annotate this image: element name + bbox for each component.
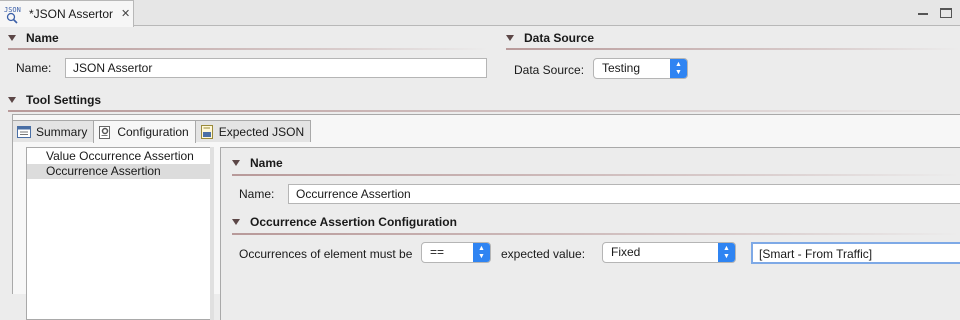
data-source-section-divider — [506, 48, 960, 50]
tab-configuration[interactable]: Configuration — [93, 120, 196, 143]
data-source-section-title: Data Source — [524, 31, 595, 45]
configuration-icon — [98, 125, 112, 139]
list-item-value-occurrence-assertion[interactable]: Value Occurrence Assertion — [27, 149, 211, 164]
name-field[interactable]: JSON Assertor — [65, 58, 487, 78]
occurrences-label: Occurrences of element must be — [239, 247, 413, 261]
tool-settings-tabs: Summary Configuration Expected JSON — [12, 120, 312, 143]
tab-summary[interactable]: Summary — [12, 120, 95, 142]
editor-tab-bar: JSON *JSON Assertor ✕ — [0, 0, 960, 27]
tab-expected-json[interactable]: Expected JSON — [194, 120, 312, 142]
data-source-label: Data Source: — [514, 63, 585, 77]
editor-tab-title: *JSON Assertor — [29, 7, 114, 21]
expected-value-field[interactable]: [Smart - From Traffic] — [751, 242, 960, 264]
list-scrollbar[interactable] — [210, 147, 214, 320]
expected-mode-select-value: Fixed — [611, 245, 641, 259]
data-source-select[interactable]: Testing ▲ ▼ — [593, 58, 688, 79]
config-section-header[interactable]: Occurrence Assertion Configuration — [232, 212, 457, 232]
tool-settings-section-header[interactable]: Tool Settings — [8, 90, 101, 110]
svg-text:JSON: JSON — [4, 6, 21, 14]
tool-settings-section-title: Tool Settings — [26, 93, 102, 107]
detail-name-label: Name: — [239, 187, 275, 201]
tab-expected-json-label: Expected JSON — [218, 124, 305, 139]
collapse-triangle-icon[interactable] — [8, 35, 16, 41]
expected-json-icon — [200, 124, 214, 139]
config-section-title: Occurrence Assertion Configuration — [250, 215, 457, 229]
name-section-divider — [8, 48, 488, 50]
detail-name-section-title: Name — [250, 156, 283, 170]
expected-value-label: expected value: — [501, 247, 586, 261]
close-icon[interactable]: ✕ — [121, 8, 130, 20]
operator-select[interactable]: == ▲ ▼ — [421, 242, 491, 263]
detail-name-section-header[interactable]: Name — [232, 153, 283, 173]
maximize-icon[interactable] — [940, 8, 952, 18]
detail-name-divider — [232, 174, 960, 176]
name-section-title: Name — [26, 31, 59, 45]
minimize-icon[interactable] — [917, 8, 929, 18]
json-assertor-icon: JSON — [3, 4, 23, 24]
collapse-triangle-icon[interactable] — [232, 160, 240, 166]
summary-icon — [17, 125, 31, 139]
chevron-updown-icon: ▲ ▼ — [473, 243, 490, 262]
chevron-updown-icon: ▲ ▼ — [718, 243, 735, 262]
tab-summary-label: Summary — [36, 124, 88, 139]
data-source-select-value: Testing — [602, 61, 641, 75]
expected-mode-select[interactable]: Fixed ▲ ▼ — [602, 242, 736, 263]
list-item-occurrence-assertion[interactable]: Occurrence Assertion — [27, 164, 211, 179]
assertion-name-field[interactable]: Occurrence Assertion — [288, 184, 960, 204]
name-section-header[interactable]: Name — [8, 28, 59, 48]
name-label: Name: — [16, 61, 52, 75]
collapse-triangle-icon[interactable] — [232, 219, 240, 225]
config-divider — [232, 233, 960, 235]
editor-tab-json-assertor[interactable]: JSON *JSON Assertor ✕ — [0, 0, 134, 27]
collapse-triangle-icon[interactable] — [506, 35, 514, 41]
tab-configuration-label: Configuration — [117, 125, 189, 139]
tool-settings-divider — [8, 110, 960, 112]
data-source-section-header[interactable]: Data Source — [506, 28, 594, 48]
operator-select-value: == — [430, 245, 445, 259]
assertion-list[interactable]: Value Occurrence Assertion Occurrence As… — [26, 147, 212, 320]
collapse-triangle-icon[interactable] — [8, 97, 16, 103]
chevron-updown-icon: ▲ ▼ — [670, 59, 687, 78]
